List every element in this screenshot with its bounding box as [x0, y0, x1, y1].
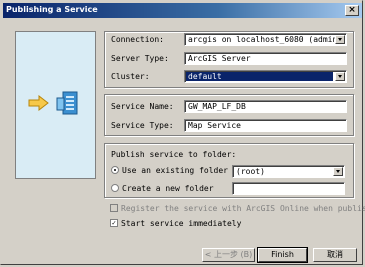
folder-group: Publish service to folder: Use an existi… [104, 143, 354, 198]
connection-value: arcgis on localhost_6080 (admin) [188, 35, 343, 44]
window-title: Publishing a Service [6, 5, 98, 14]
service-name-label: Service Name: [111, 102, 174, 111]
back-button[interactable]: < 上一步 (B) [202, 248, 255, 262]
create-new-label[interactable]: Create a new folder [122, 184, 214, 193]
existing-folder-combo[interactable]: (root) [232, 165, 345, 178]
chevron-down-icon[interactable] [333, 167, 343, 176]
existing-folder-value: (root) [236, 167, 265, 176]
service-type-label: Service Type: [111, 121, 174, 130]
cancel-button[interactable]: 取消 [313, 248, 357, 262]
server-type-field[interactable]: ArcGIS Server [184, 52, 347, 65]
use-existing-radio[interactable] [111, 166, 119, 174]
service-group: Service Name: GW_MAP_LF_DB Service Type:… [104, 94, 354, 136]
arrow-right-icon [28, 95, 49, 111]
chevron-down-icon[interactable] [335, 72, 345, 81]
finish-button[interactable]: Finish [257, 247, 308, 263]
connection-label: Connection: [111, 35, 164, 44]
service-type-field[interactable]: Map Service [184, 119, 347, 132]
start-label[interactable]: Start service immediately [121, 219, 241, 228]
server-icon [56, 91, 78, 115]
start-checkbox[interactable]: ✓ [110, 219, 118, 227]
service-name-field[interactable]: GW_MAP_LF_DB [184, 100, 347, 113]
wizard-image-panel [15, 31, 96, 179]
close-button[interactable]: × [345, 5, 359, 16]
cluster-label: Cluster: [111, 72, 150, 81]
server-type-label: Server Type: [111, 54, 169, 63]
folder-heading: Publish service to folder: [111, 150, 237, 159]
use-existing-label[interactable]: Use an existing folder [122, 166, 228, 175]
chevron-down-icon[interactable] [335, 35, 345, 44]
create-new-radio[interactable] [111, 184, 119, 192]
register-label: Register the service with ArcGIS Online … [121, 204, 365, 213]
register-checkbox[interactable] [110, 204, 118, 212]
publishing-dialog: Publishing a Service × Connection: arcgi… [0, 0, 365, 265]
title-bar[interactable]: Publishing a Service × [3, 3, 362, 18]
cluster-combo[interactable]: default [184, 70, 347, 83]
cluster-value: default [186, 72, 333, 81]
new-folder-field[interactable] [232, 182, 345, 195]
connection-group: Connection: arcgis on localhost_6080 (ad… [104, 31, 354, 88]
connection-combo[interactable]: arcgis on localhost_6080 (admin) [184, 33, 347, 46]
